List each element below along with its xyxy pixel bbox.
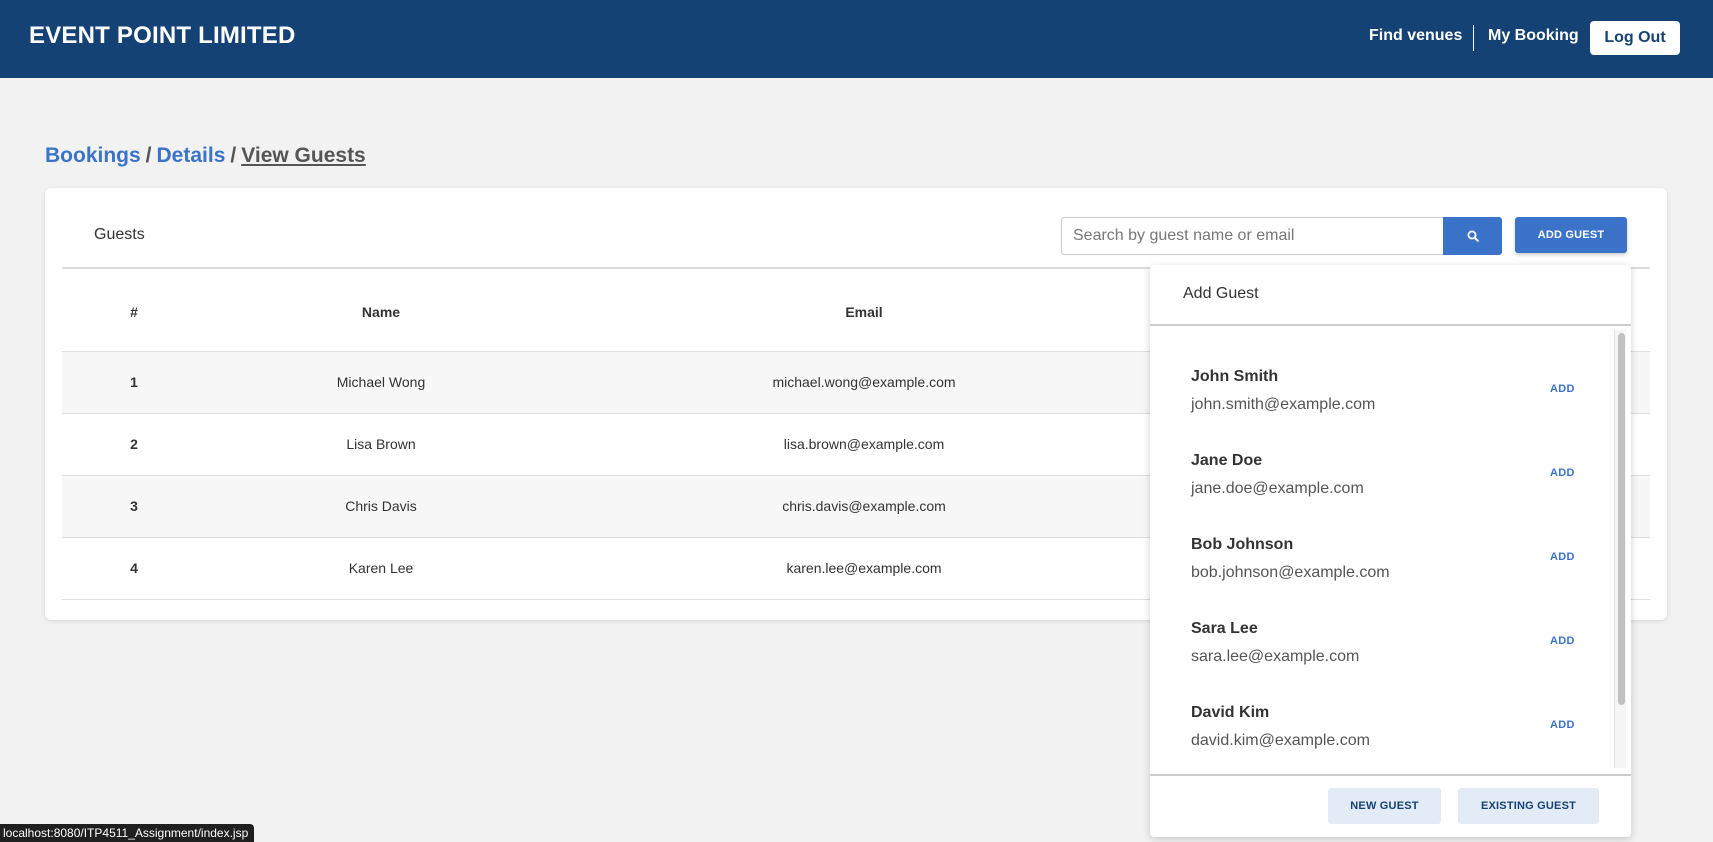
guest-email-cell: michael.wong@example.com bbox=[772, 374, 956, 390]
logout-button[interactable]: Log Out bbox=[1590, 21, 1680, 55]
guest-name-cell: Karen Lee bbox=[348, 560, 414, 576]
breadcrumb-separator: / bbox=[230, 144, 237, 167]
add-guest-panel: Add Guest John Smith john.smith@example.… bbox=[1150, 265, 1631, 837]
browser-status-url: localhost:8080/ITP4511_Assignment/index.… bbox=[0, 824, 255, 842]
candidate-name: Jane Doe bbox=[1191, 452, 1263, 469]
search-button[interactable] bbox=[1443, 217, 1502, 255]
add-guest-panel-title: Add Guest bbox=[1183, 285, 1259, 302]
candidate-email: john.smith@example.com bbox=[1191, 396, 1376, 413]
guest-search-input[interactable] bbox=[1061, 217, 1489, 255]
add-guest-button[interactable]: ADD GUEST bbox=[1515, 217, 1627, 253]
panel-footer-divider bbox=[1150, 774, 1631, 776]
guest-email-cell: lisa.brown@example.com bbox=[783, 436, 945, 452]
guest-list-scrollbar[interactable] bbox=[1614, 330, 1626, 768]
breadcrumb-current-page: View Guests bbox=[241, 144, 366, 167]
list-item: Sara Lee sara.lee@example.com ADD bbox=[1150, 620, 1615, 704]
candidate-name: John Smith bbox=[1191, 368, 1279, 385]
search-icon bbox=[1467, 230, 1479, 242]
existing-guest-button[interactable]: EXISTING GUEST bbox=[1458, 788, 1599, 824]
list-item: Jane Doe jane.doe@example.com ADD bbox=[1150, 452, 1615, 536]
candidate-name: Bob Johnson bbox=[1191, 536, 1294, 553]
brand-logo-text[interactable]: EVENT POINT LIMITED bbox=[29, 22, 295, 50]
candidate-name: Sara Lee bbox=[1191, 620, 1258, 637]
add-candidate-button[interactable]: ADD bbox=[1550, 551, 1575, 563]
guest-name-cell: Lisa Brown bbox=[346, 436, 416, 452]
guests-card-title: Guests bbox=[94, 226, 145, 243]
guest-candidate-list[interactable]: John Smith john.smith@example.com ADD Ja… bbox=[1150, 326, 1631, 774]
list-item: Bob Johnson bob.johnson@example.com ADD bbox=[1150, 536, 1615, 620]
nav-my-booking-link[interactable]: My Booking bbox=[1488, 27, 1579, 45]
new-guest-button[interactable]: NEW GUEST bbox=[1328, 788, 1441, 824]
guest-name-cell: Michael Wong bbox=[336, 374, 426, 390]
add-candidate-button[interactable]: ADD bbox=[1550, 467, 1575, 479]
column-header-number: # bbox=[130, 304, 138, 320]
nav-find-venues-link[interactable]: Find venues bbox=[1369, 27, 1462, 45]
top-navbar: EVENT POINT LIMITED Find venues My Booki… bbox=[0, 0, 1713, 78]
candidate-email: jane.doe@example.com bbox=[1191, 480, 1364, 497]
breadcrumb-separator: / bbox=[145, 144, 152, 167]
list-item: John Smith john.smith@example.com ADD bbox=[1150, 368, 1615, 452]
column-header-name: Name bbox=[361, 304, 401, 320]
guest-name-cell: Chris Davis bbox=[345, 498, 417, 514]
candidate-email: bob.johnson@example.com bbox=[1191, 564, 1390, 581]
row-number: 4 bbox=[130, 560, 138, 576]
row-number: 2 bbox=[130, 436, 138, 452]
breadcrumb-bookings-link[interactable]: Bookings bbox=[45, 144, 141, 167]
candidate-name: David Kim bbox=[1191, 704, 1270, 721]
candidate-email: sara.lee@example.com bbox=[1191, 648, 1360, 665]
scrollbar-thumb[interactable] bbox=[1618, 333, 1625, 705]
candidate-email: david.kim@example.com bbox=[1191, 732, 1370, 749]
column-header-email: Email bbox=[845, 304, 883, 320]
add-candidate-button[interactable]: ADD bbox=[1550, 719, 1575, 731]
list-item: David Kim david.kim@example.com ADD bbox=[1150, 704, 1615, 774]
add-candidate-button[interactable]: ADD bbox=[1550, 635, 1575, 647]
guest-email-cell: karen.lee@example.com bbox=[786, 560, 942, 576]
row-number: 1 bbox=[130, 374, 138, 390]
breadcrumb-details-link[interactable]: Details bbox=[157, 144, 226, 167]
guest-email-cell: chris.davis@example.com bbox=[782, 498, 946, 514]
add-candidate-button[interactable]: ADD bbox=[1550, 383, 1575, 395]
breadcrumb: Bookings / Details / View Guests bbox=[45, 144, 366, 168]
nav-divider bbox=[1473, 25, 1474, 51]
row-number: 3 bbox=[130, 498, 138, 514]
